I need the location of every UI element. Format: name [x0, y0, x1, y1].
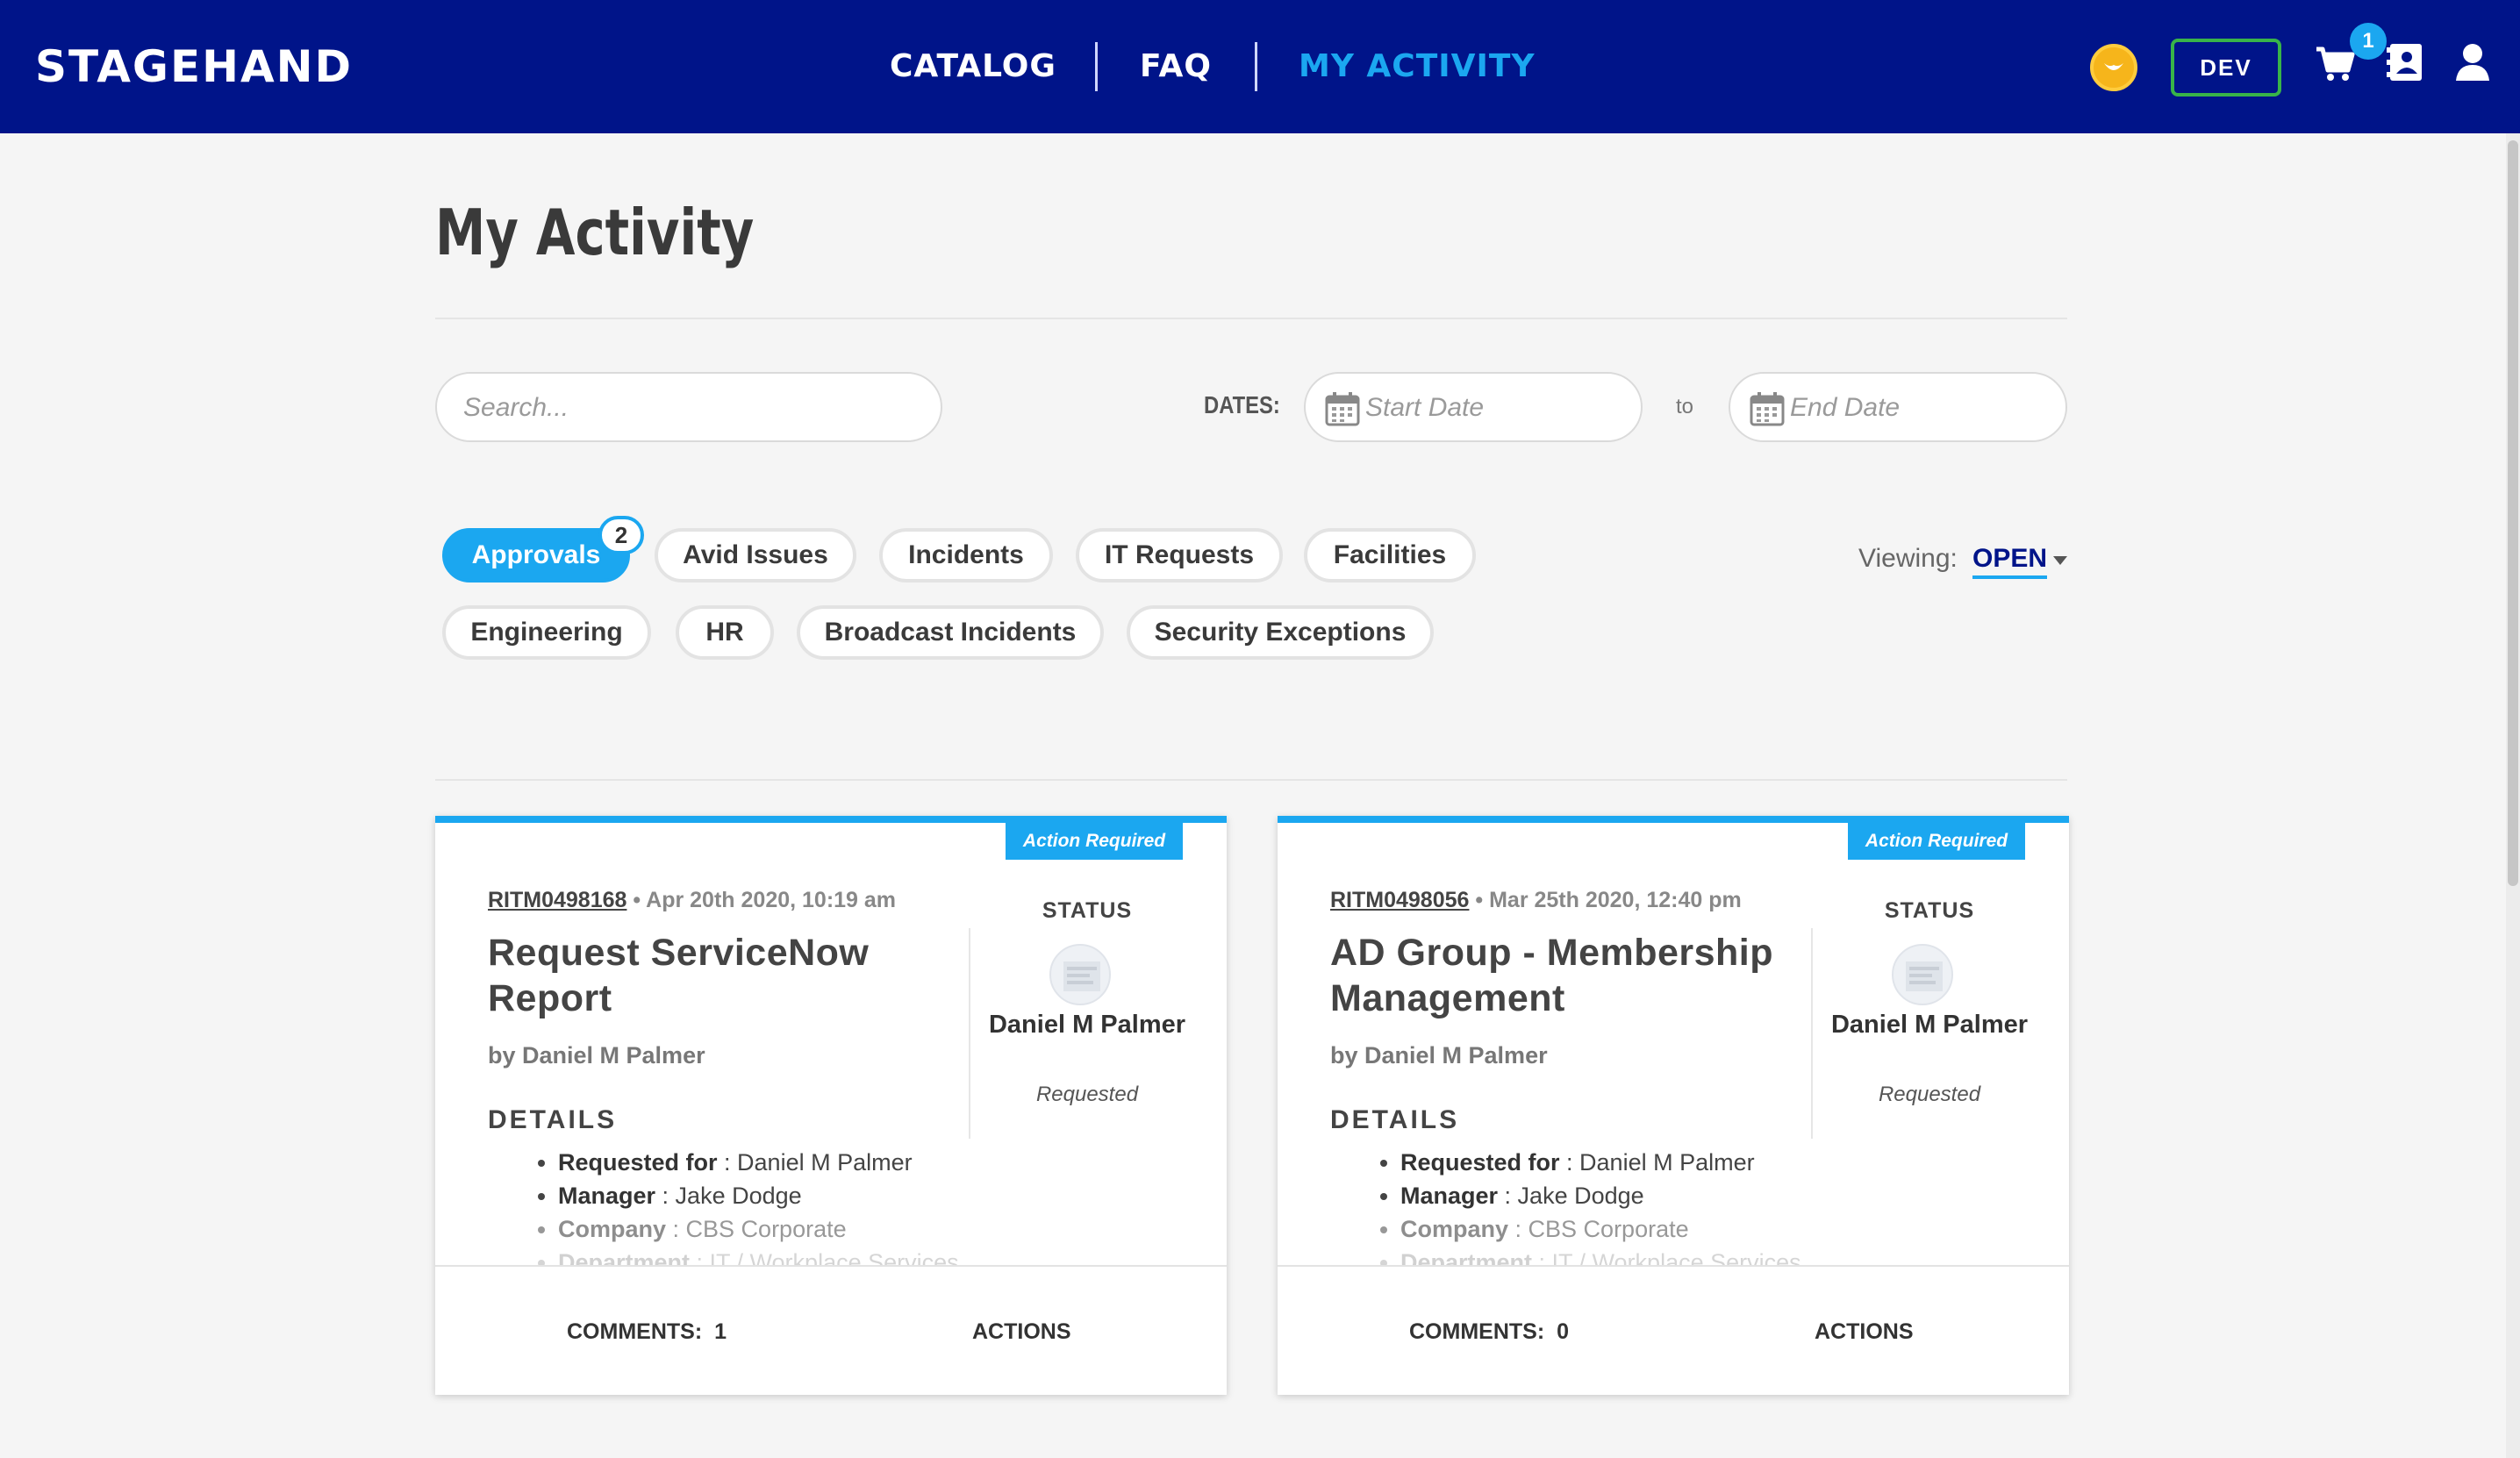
action-required-flag: Action Required — [1006, 823, 1183, 860]
chevron-down-icon[interactable] — [2053, 556, 2067, 565]
search-field[interactable] — [435, 372, 942, 442]
stagehand-logo[interactable]: STAGEHAND — [35, 39, 353, 95]
page-scrollbar-thumb[interactable] — [2508, 140, 2518, 886]
env-dev-button[interactable]: DEV — [2171, 39, 2281, 96]
comments-button[interactable]: COMMENTS: 1 — [567, 1319, 727, 1345]
comments-label: COMMENTS: — [567, 1319, 703, 1344]
nav-separator — [1095, 42, 1098, 91]
detail-value: : CBS Corporate — [666, 1216, 847, 1242]
status-person-name: Daniel M Palmer — [1830, 1011, 2029, 1039]
user-profile-icon[interactable] — [2453, 42, 2492, 82]
action-required-flag: Action Required — [1848, 823, 2025, 860]
detail-value: : CBS Corporate — [1508, 1216, 1689, 1242]
ritm-number-link[interactable]: RITM0498168 — [488, 888, 626, 912]
detail-value: : Jake Dodge — [655, 1183, 802, 1209]
ritm-number-link[interactable]: RITM0498056 — [1330, 888, 1469, 912]
card-date: Apr 20th 2020, 10:19 am — [646, 888, 897, 912]
details-list: Requested for : Daniel M Palmer Manager … — [1400, 1146, 1892, 1279]
card-footer: COMMENTS: 0 ACTIONS — [1278, 1265, 2069, 1395]
calendar-icon — [1325, 392, 1360, 426]
status-heading: STATUS — [1042, 898, 1133, 923]
card-footer: COMMENTS: 1 ACTIONS — [435, 1265, 1227, 1395]
status-state: Requested — [1878, 1083, 1981, 1106]
card-divider — [1811, 928, 1813, 1139]
card-date: Mar 25th 2020, 12:40 pm — [1489, 888, 1742, 912]
detail-item: Manager : Jake Dodge — [1400, 1179, 1892, 1212]
avatar — [1892, 944, 1953, 1005]
nav-separator — [1255, 42, 1257, 91]
card-requester: by Daniel M Palmer — [488, 1042, 705, 1068]
card-meta: RITM0498056 • Mar 25th 2020, 12:40 pm — [1330, 888, 1742, 912]
cart-count-badge: 1 — [2350, 23, 2387, 60]
date-range-to-label: to — [1676, 395, 1694, 418]
card-divider — [969, 928, 970, 1139]
approvals-count-badge: 2 — [598, 516, 644, 554]
actions-button[interactable]: ACTIONS — [1815, 1319, 1914, 1345]
viewing-label: Viewing: — [1858, 544, 1958, 573]
detail-value: : Daniel M Palmer — [717, 1149, 913, 1176]
tab-broadcast-incidents[interactable]: Broadcast Incidents — [797, 605, 1104, 660]
contact-book-icon[interactable] — [2385, 42, 2423, 82]
end-date-input[interactable] — [1790, 393, 2044, 423]
card-title[interactable]: Request ServiceNow Report — [488, 930, 962, 1021]
title-divider — [435, 318, 2067, 319]
detail-item: Requested for : Daniel M Palmer — [558, 1146, 1049, 1179]
comments-count: 1 — [714, 1319, 727, 1344]
points-coin-icon[interactable] — [2090, 44, 2137, 91]
tab-hr[interactable]: HR — [676, 605, 774, 660]
details-heading: DETAILS — [1330, 1105, 1460, 1134]
start-date-field[interactable] — [1304, 372, 1643, 442]
nav-catalog[interactable]: CATALOG — [890, 39, 1056, 95]
details-list: Requested for : Daniel M Palmer Manager … — [558, 1146, 1049, 1279]
cart-icon[interactable] — [2315, 46, 2355, 82]
detail-key: Manager — [558, 1183, 656, 1209]
comments-button[interactable]: COMMENTS: 0 — [1409, 1319, 1569, 1345]
detail-value: : Daniel M Palmer — [1559, 1149, 1755, 1176]
tab-it-requests[interactable]: IT Requests — [1076, 528, 1283, 582]
status-heading: STATUS — [1884, 898, 1975, 923]
start-date-input[interactable] — [1365, 393, 1620, 423]
detail-key: Company — [558, 1216, 667, 1242]
dates-label: DATES: — [1204, 391, 1280, 418]
search-input[interactable] — [463, 393, 920, 423]
activity-card[interactable]: Action Required RITM0498056 • Mar 25th 2… — [1278, 816, 2069, 1395]
avatar — [1049, 944, 1111, 1005]
detail-key: Requested for — [1400, 1149, 1560, 1176]
status-person-name: Daniel M Palmer — [988, 1011, 1186, 1039]
card-requester: by Daniel M Palmer — [1330, 1042, 1548, 1068]
page-title: My Activity — [435, 196, 755, 269]
tab-incidents[interactable]: Incidents — [879, 528, 1053, 582]
calendar-icon — [1750, 392, 1785, 426]
top-nav-bar — [0, 0, 2520, 133]
card-title[interactable]: AD Group - Membership Management — [1330, 930, 1804, 1021]
actions-button[interactable]: ACTIONS — [972, 1319, 1071, 1345]
tab-engineering[interactable]: Engineering — [442, 605, 651, 660]
comments-label: COMMENTS: — [1409, 1319, 1545, 1344]
status-state: Requested — [1035, 1083, 1139, 1106]
detail-value: : Jake Dodge — [1498, 1183, 1644, 1209]
detail-key: Manager — [1400, 1183, 1499, 1209]
tab-security-exceptions[interactable]: Security Exceptions — [1127, 605, 1434, 660]
detail-item: Company : CBS Corporate — [1400, 1212, 1892, 1246]
detail-item: Company : CBS Corporate — [558, 1212, 1049, 1246]
end-date-field[interactable] — [1729, 372, 2067, 442]
card-meta: RITM0498168 • Apr 20th 2020, 10:19 am — [488, 888, 897, 912]
cards-divider — [435, 779, 2067, 781]
details-heading: DETAILS — [488, 1105, 618, 1134]
detail-item: Manager : Jake Dodge — [558, 1179, 1049, 1212]
nav-faq[interactable]: FAQ — [1140, 39, 1212, 95]
nav-my-activity[interactable]: MY ACTIVITY — [1299, 39, 1536, 95]
detail-key: Company — [1400, 1216, 1509, 1242]
viewing-filter-dropdown[interactable]: OPEN — [1972, 544, 2048, 579]
tab-facilities[interactable]: Facilities — [1304, 528, 1476, 582]
tab-avid-issues[interactable]: Avid Issues — [655, 528, 856, 582]
detail-item: Requested for : Daniel M Palmer — [1400, 1146, 1892, 1179]
comments-count: 0 — [1557, 1319, 1569, 1344]
detail-key: Requested for — [558, 1149, 718, 1176]
activity-card[interactable]: Action Required RITM0498168 • Apr 20th 2… — [435, 816, 1227, 1395]
